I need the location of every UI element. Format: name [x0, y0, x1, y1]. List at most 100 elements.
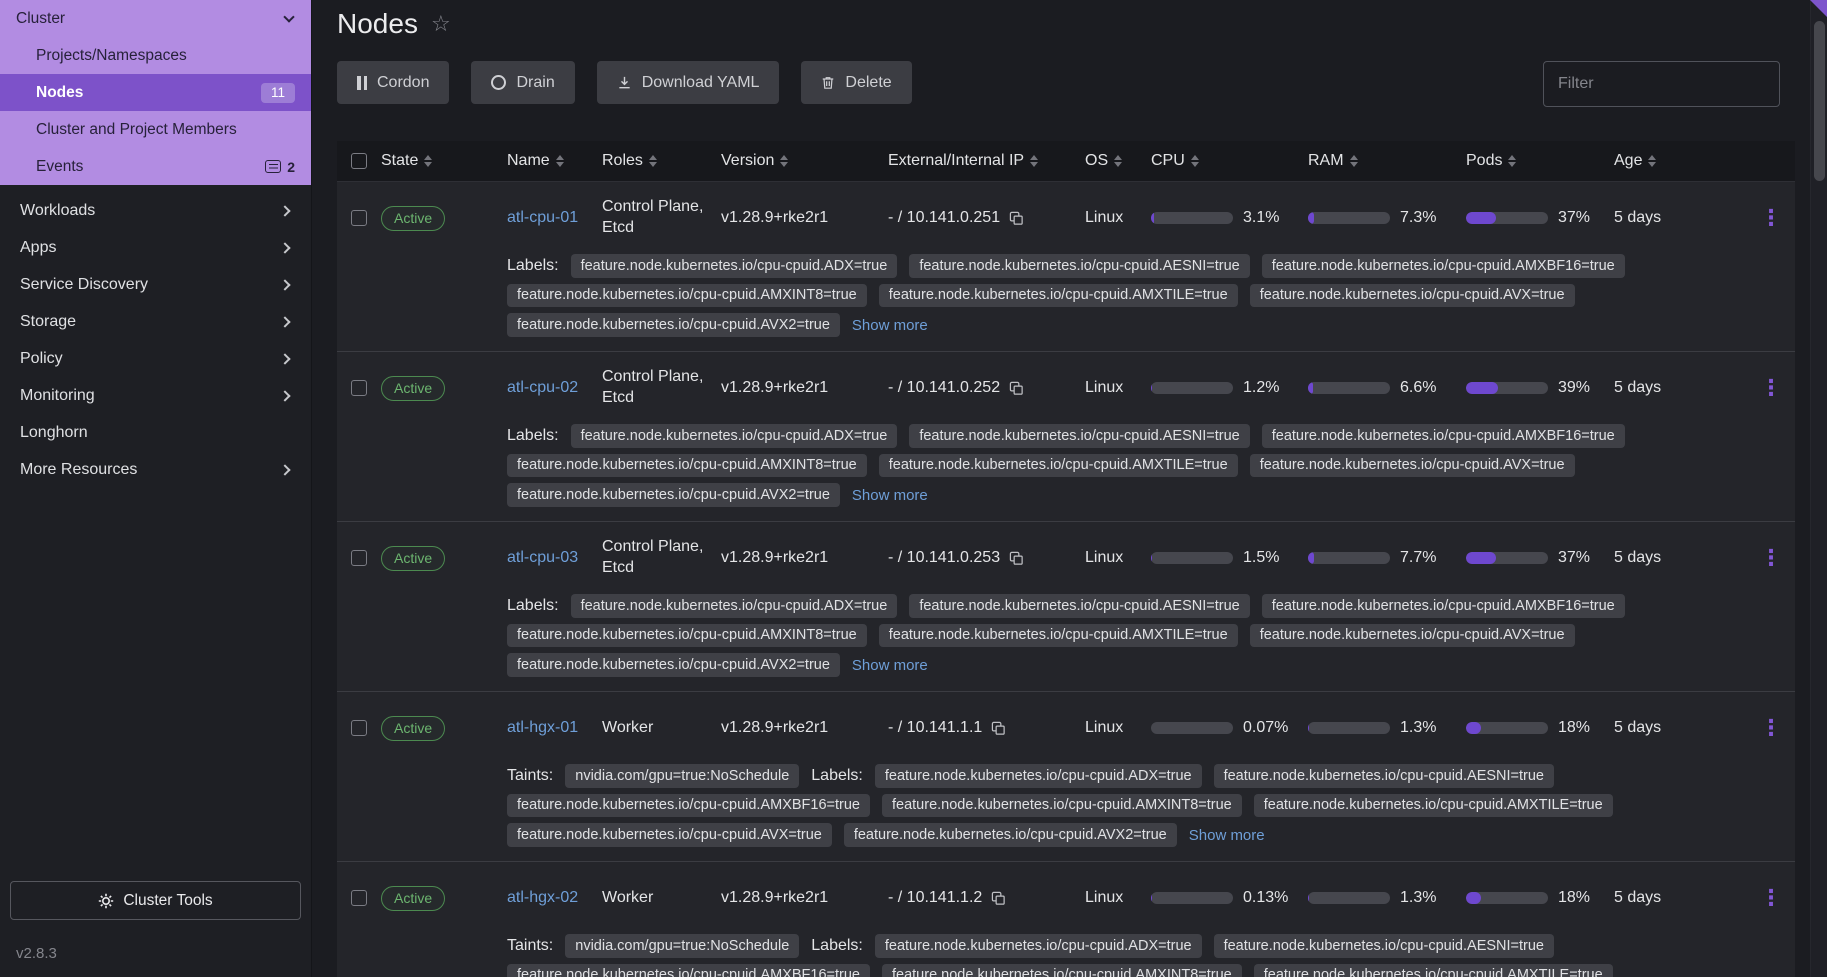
chevron-right-icon	[279, 242, 290, 253]
row-checkbox[interactable]	[351, 720, 367, 736]
node-name-link[interactable]: atl-hgx-01	[507, 719, 578, 736]
copy-icon[interactable]	[1009, 211, 1024, 226]
node-name-link[interactable]: atl-cpu-02	[507, 379, 578, 396]
sidebar-item-events[interactable]: Events2	[0, 148, 311, 185]
cordon-button[interactable]: Cordon	[337, 61, 449, 104]
column-header-name[interactable]: Name	[507, 152, 602, 170]
sidebar-item-label: Service Discovery	[20, 276, 148, 294]
meter-fill	[1308, 552, 1314, 564]
sidebar-item-cluster-and-project-members[interactable]: Cluster and Project Members	[0, 111, 311, 148]
meter-value: 18%	[1558, 889, 1590, 907]
column-header-label: CPU	[1151, 152, 1185, 170]
status-badge: Active	[381, 716, 445, 741]
show-more-link[interactable]: Show more	[852, 657, 928, 674]
node-age: 5 days	[1614, 549, 1748, 567]
copy-icon[interactable]	[991, 891, 1006, 906]
sidebar-item-label: Workloads	[20, 202, 95, 220]
row-checkbox[interactable]	[351, 210, 367, 226]
column-header-roles[interactable]: Roles	[602, 152, 721, 170]
meter-track	[1466, 212, 1548, 224]
sidebar-group-cluster[interactable]: Cluster	[0, 0, 311, 37]
row-actions-button[interactable]: ⋮	[1748, 887, 1794, 909]
node-age: 5 days	[1614, 209, 1748, 227]
sort-icon	[424, 155, 432, 168]
label-badge: feature.node.kubernetes.io/cpu-cpuid.AVX…	[1250, 284, 1575, 308]
label-badge: feature.node.kubernetes.io/cpu-cpuid.AMX…	[507, 964, 870, 977]
node-name-link[interactable]: atl-cpu-01	[507, 209, 578, 226]
node-ip: - / 10.141.0.251	[888, 209, 1000, 227]
cpu-meter: 0.07%	[1151, 719, 1308, 737]
node-name-link[interactable]: atl-hgx-02	[507, 889, 578, 906]
column-header-external-internal-ip[interactable]: External/Internal IP	[888, 152, 1085, 170]
row-actions-button[interactable]: ⋮	[1748, 717, 1794, 739]
download-icon	[617, 75, 632, 90]
column-header-label: Name	[507, 152, 550, 170]
sidebar-item-apps[interactable]: Apps	[0, 229, 311, 266]
row-actions-button[interactable]: ⋮	[1748, 377, 1794, 399]
sidebar-item-longhorn[interactable]: Longhorn	[0, 414, 311, 451]
node-main-row: Active atl-cpu-01 Control Plane, Etcd v1…	[337, 182, 1795, 254]
node-roles: Worker	[602, 888, 721, 909]
sidebar-item-projects-namespaces[interactable]: Projects/Namespaces	[0, 37, 311, 74]
download-yaml-button[interactable]: Download YAML	[597, 61, 780, 104]
table-row: Active atl-hgx-02 Worker v1.28.9+rke2r1 …	[337, 862, 1795, 977]
copy-icon[interactable]	[1009, 551, 1024, 566]
row-checkbox[interactable]	[351, 890, 367, 906]
node-ip: - / 10.141.1.1	[888, 719, 982, 737]
sidebar-item-label: Monitoring	[20, 387, 95, 405]
pods-meter: 37%	[1466, 549, 1614, 567]
name-cell: atl-hgx-02	[507, 889, 602, 907]
column-header-ram[interactable]: RAM	[1308, 152, 1466, 170]
scrollbar-thumb[interactable]	[1814, 21, 1825, 181]
label-badge: feature.node.kubernetes.io/cpu-cpuid.AES…	[1214, 934, 1554, 958]
pods-meter: 39%	[1466, 379, 1614, 397]
copy-icon[interactable]	[1009, 381, 1024, 396]
copy-icon[interactable]	[991, 721, 1006, 736]
sidebar-item-policy[interactable]: Policy	[0, 340, 311, 377]
column-header-age[interactable]: Age	[1614, 152, 1748, 170]
select-all-checkbox[interactable]	[351, 153, 367, 169]
sidebar-item-workloads[interactable]: Workloads	[0, 192, 311, 229]
list-icon	[265, 160, 281, 173]
show-more-link[interactable]: Show more	[852, 487, 928, 504]
table-row: Active atl-cpu-02 Control Plane, Etcd v1…	[337, 352, 1795, 522]
label-badge: feature.node.kubernetes.io/cpu-cpuid.AMX…	[507, 454, 867, 478]
column-header-os[interactable]: OS	[1085, 152, 1151, 170]
meter-track	[1466, 722, 1548, 734]
row-actions-button[interactable]: ⋮	[1748, 207, 1794, 229]
cluster-tools-button[interactable]: Cluster Tools	[10, 881, 301, 920]
favorite-star-icon[interactable]: ☆	[431, 11, 451, 37]
cpu-meter: 3.1%	[1151, 209, 1308, 227]
filter-input[interactable]	[1543, 61, 1780, 107]
sidebar-item-monitoring[interactable]: Monitoring	[0, 377, 311, 414]
scrollbar[interactable]	[1810, 0, 1827, 977]
show-more-link[interactable]: Show more	[1189, 827, 1265, 844]
row-actions-button[interactable]: ⋮	[1748, 547, 1794, 569]
label-badge: feature.node.kubernetes.io/cpu-cpuid.AVX…	[507, 483, 840, 507]
column-header-state[interactable]: State	[381, 152, 507, 170]
taints-label: Taints:	[507, 937, 553, 955]
sidebar-item-storage[interactable]: Storage	[0, 303, 311, 340]
column-header-cpu[interactable]: CPU	[1151, 152, 1308, 170]
row-checkbox-cell	[337, 720, 381, 736]
meter-track	[1466, 552, 1548, 564]
drain-button[interactable]: Drain	[471, 61, 574, 104]
row-checkbox[interactable]	[351, 550, 367, 566]
ram-meter: 7.7%	[1308, 549, 1466, 567]
chevron-right-icon	[279, 464, 290, 475]
sidebar-item-nodes[interactable]: Nodes11	[0, 74, 311, 111]
delete-button[interactable]: Delete	[801, 61, 911, 104]
column-header-pods[interactable]: Pods	[1466, 152, 1614, 170]
node-ip: - / 10.141.0.252	[888, 379, 1000, 397]
label-badge: feature.node.kubernetes.io/cpu-cpuid.AMX…	[507, 284, 867, 308]
sidebar-item-more-resources[interactable]: More Resources	[0, 451, 311, 488]
cpu-meter: 1.5%	[1151, 549, 1308, 567]
node-ip: - / 10.141.0.253	[888, 549, 1000, 567]
labels-row: Labels:feature.node.kubernetes.io/cpu-cp…	[507, 424, 1795, 521]
show-more-link[interactable]: Show more	[852, 317, 928, 334]
column-header-version[interactable]: Version	[721, 152, 888, 170]
sidebar-item-service-discovery[interactable]: Service Discovery	[0, 266, 311, 303]
labels-row: Taints:nvidia.com/gpu=true:NoScheduleLab…	[507, 764, 1795, 861]
row-checkbox[interactable]	[351, 380, 367, 396]
node-name-link[interactable]: atl-cpu-03	[507, 549, 578, 566]
